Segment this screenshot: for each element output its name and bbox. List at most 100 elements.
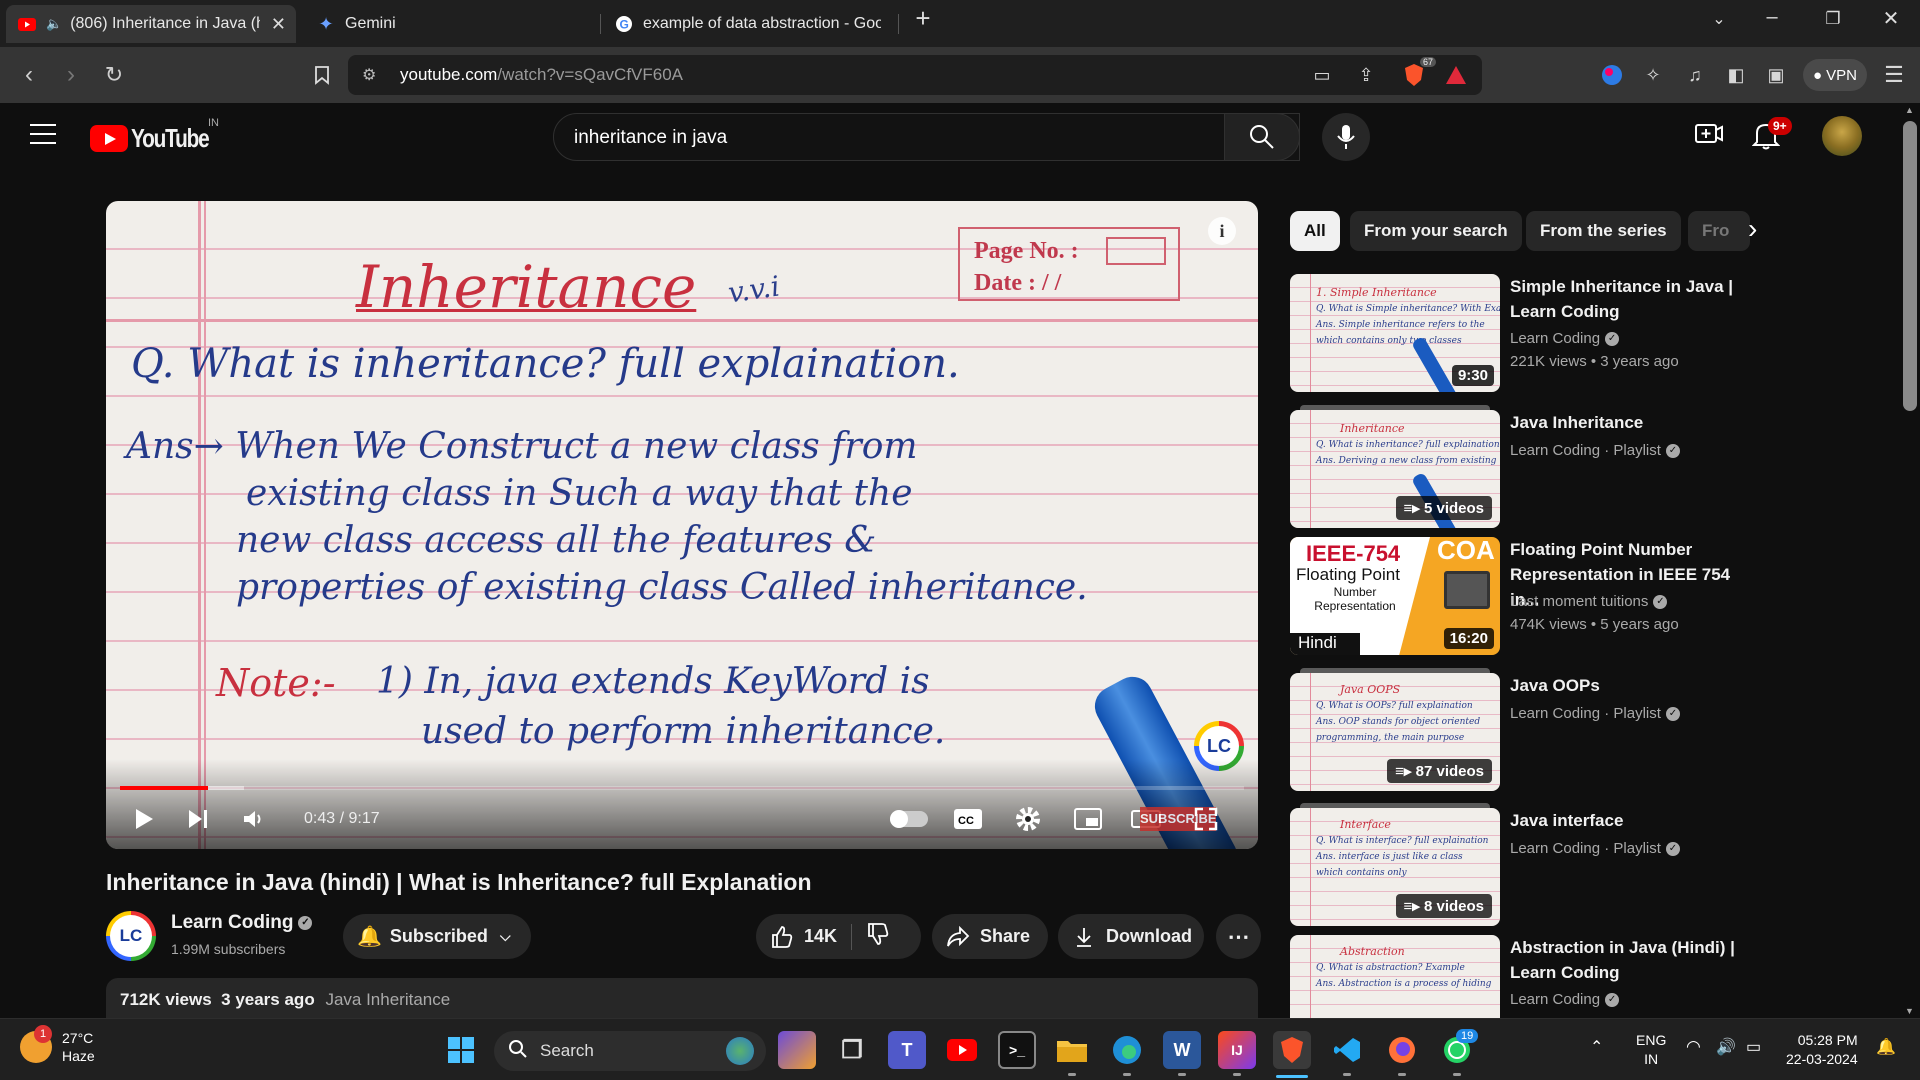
- video-thumbnail[interactable]: Abstraction Q. What is abstraction? Exam…: [1290, 935, 1500, 1018]
- chips-next-chevron-icon[interactable]: ›: [1748, 213, 1757, 245]
- scrollbar-thumb[interactable]: [1903, 121, 1917, 411]
- chip-all[interactable]: All: [1290, 211, 1340, 251]
- bookmark-icon[interactable]: [308, 61, 336, 89]
- tab-list-chevron-icon[interactable]: ⌄: [1696, 9, 1742, 29]
- running-indicator: [1453, 1073, 1461, 1076]
- channel-avatar[interactable]: LC: [106, 911, 156, 961]
- more-actions-button[interactable]: ⋯: [1216, 914, 1261, 959]
- progress-bar[interactable]: [120, 786, 1244, 790]
- playlist-thumbnail[interactable]: Interface Q. What is interface? full exp…: [1290, 808, 1500, 926]
- play-button[interactable]: [126, 801, 162, 837]
- duration-badge: 16:20: [1443, 628, 1494, 649]
- audio-playing-icon[interactable]: 🔈: [46, 16, 62, 32]
- tab-gemini[interactable]: ✦ Gemini: [305, 5, 595, 43]
- guide-menu-icon[interactable]: [30, 124, 56, 144]
- youtube-app-icon[interactable]: [943, 1031, 981, 1069]
- wifi-icon[interactable]: ◠: [1686, 1037, 1701, 1057]
- address-bar[interactable]: ⚙ youtube.com/watch?v=sQavCfVF60A ▭ ⇪ 67: [348, 55, 1482, 95]
- scroll-down-arrow-icon[interactable]: ▼: [1905, 1006, 1914, 1016]
- firefox-app-icon[interactable]: [1383, 1031, 1421, 1069]
- playlist-thumbnail[interactable]: Inheritance Q. What is inheritance? full…: [1290, 410, 1500, 528]
- recommendation-playlist[interactable]: Java OOPS Q. What is OOPs? full explaina…: [1290, 668, 1760, 793]
- recommendation-item[interactable]: Abstraction Q. What is abstraction? Exam…: [1290, 935, 1760, 1018]
- miniplayer-button[interactable]: [1068, 801, 1108, 837]
- youtube-logo-text: YouTube: [131, 123, 210, 153]
- captions-button[interactable]: CC: [948, 801, 988, 837]
- download-button[interactable]: Download: [1058, 914, 1204, 959]
- video-player[interactable]: Page No. : Date : / / Inheritance v.v.i …: [106, 201, 1258, 849]
- search-button[interactable]: [1224, 113, 1300, 161]
- brave-browser-icon[interactable]: [1273, 1031, 1311, 1069]
- close-window-button[interactable]: ✕: [1868, 6, 1914, 31]
- video-thumbnail[interactable]: IEEE-754 Floating Point Number Represent…: [1290, 537, 1500, 655]
- word-app-icon[interactable]: W: [1163, 1031, 1201, 1069]
- task-view-icon[interactable]: ❐: [833, 1031, 871, 1069]
- restore-button[interactable]: ❐: [1810, 9, 1856, 29]
- minimize-button[interactable]: –: [1749, 6, 1795, 29]
- brave-rewards-icon[interactable]: [1442, 61, 1470, 89]
- battery-icon[interactable]: ▭: [1746, 1037, 1761, 1057]
- autoplay-toggle[interactable]: [890, 810, 928, 828]
- info-icon[interactable]: i: [1208, 217, 1236, 245]
- teams-app-icon[interactable]: T: [888, 1031, 926, 1069]
- recommendation-item[interactable]: IEEE-754 Floating Point Number Represent…: [1290, 537, 1760, 657]
- chip-from-the-series[interactable]: From the series: [1526, 211, 1681, 251]
- channel-name[interactable]: Learn Coding ✓: [171, 912, 313, 934]
- mute-button[interactable]: [236, 801, 272, 837]
- weather-widget[interactable]: 1 27°C Haze: [20, 1025, 95, 1065]
- input-language[interactable]: ENG IN: [1636, 1031, 1666, 1069]
- cast-icon[interactable]: ▭: [1308, 61, 1336, 89]
- voice-search-button[interactable]: [1322, 113, 1370, 161]
- like-button[interactable]: 14K: [770, 925, 837, 949]
- start-button[interactable]: [442, 1031, 480, 1069]
- close-tab-icon[interactable]: ✕: [271, 14, 286, 35]
- account-avatar[interactable]: [1822, 116, 1862, 156]
- video-thumbnail[interactable]: 1. Simple Inheritance Q. What is Simple …: [1290, 274, 1500, 392]
- wallet-icon[interactable]: ▣: [1762, 61, 1790, 89]
- system-clock[interactable]: 05:28 PM 22-03-2024: [1786, 1031, 1858, 1069]
- settings-button[interactable]: [1008, 801, 1048, 837]
- edge-browser-icon[interactable]: [1108, 1031, 1146, 1069]
- tab-youtube[interactable]: 🔈 (806) Inheritance in Java (hin ✕: [6, 5, 296, 43]
- terminal-app-icon[interactable]: >_: [998, 1031, 1036, 1069]
- page-scrollbar[interactable]: ▲ ▼: [1900, 103, 1920, 1018]
- recommendation-playlist[interactable]: Inheritance Q. What is inheritance? full…: [1290, 405, 1760, 530]
- description-box[interactable]: 712K views 3 years ago Java Inheritance: [106, 978, 1258, 1018]
- share-page-icon[interactable]: ⇪: [1352, 61, 1380, 89]
- vscode-app-icon[interactable]: [1328, 1031, 1366, 1069]
- forward-button[interactable]: ›: [56, 61, 86, 89]
- subscribed-button[interactable]: 🔔 Subscribed ⌵: [343, 914, 531, 959]
- chip-partial[interactable]: Fro: [1688, 211, 1750, 251]
- file-explorer-icon[interactable]: [1053, 1031, 1091, 1069]
- tab-google[interactable]: G example of data abstraction - Google: [603, 5, 893, 43]
- sidebar-icon[interactable]: ◧: [1722, 61, 1750, 89]
- playlist-thumbnail[interactable]: Java OOPS Q. What is OOPs? full explaina…: [1290, 673, 1500, 791]
- back-button[interactable]: ‹: [14, 61, 44, 89]
- taskbar-search[interactable]: Search: [494, 1031, 766, 1071]
- copilot-app-icon[interactable]: [778, 1031, 816, 1069]
- playlist-tag[interactable]: Java Inheritance: [325, 990, 450, 1009]
- media-music-icon[interactable]: ♫: [1681, 61, 1709, 89]
- recommendation-playlist[interactable]: Interface Q. What is interface? full exp…: [1290, 803, 1760, 928]
- extensions-puzzle-icon[interactable]: ✧: [1639, 61, 1667, 89]
- site-info-icon[interactable]: ⚙: [362, 65, 376, 85]
- volume-icon[interactable]: 🔊: [1716, 1037, 1736, 1057]
- new-tab-button[interactable]: +: [900, 3, 946, 34]
- show-hidden-icons-chevron-icon[interactable]: ⌃: [1590, 1037, 1603, 1057]
- recommendation-item[interactable]: 1. Simple Inheritance Q. What is Simple …: [1290, 274, 1760, 394]
- next-button[interactable]: [180, 801, 216, 837]
- search-input[interactable]: inheritance in java: [553, 113, 1300, 161]
- reload-button[interactable]: ↻: [99, 61, 129, 89]
- dislike-button[interactable]: [866, 922, 890, 951]
- chip-from-your-search[interactable]: From your search: [1350, 211, 1522, 251]
- fullscreen-button[interactable]: [1186, 801, 1226, 837]
- vpn-button[interactable]: ● VPN: [1803, 59, 1867, 91]
- notification-center-bell-icon[interactable]: 🔔: [1876, 1037, 1896, 1057]
- create-video-icon[interactable]: [1694, 120, 1724, 148]
- youtube-logo[interactable]: YouTube IN: [90, 117, 228, 154]
- share-button[interactable]: Share: [932, 914, 1048, 959]
- extension-globe-icon[interactable]: [1598, 61, 1626, 89]
- scroll-up-arrow-icon[interactable]: ▲: [1905, 105, 1914, 115]
- menu-icon[interactable]: ☰: [1880, 61, 1908, 89]
- intellij-app-icon[interactable]: IJ: [1218, 1031, 1256, 1069]
